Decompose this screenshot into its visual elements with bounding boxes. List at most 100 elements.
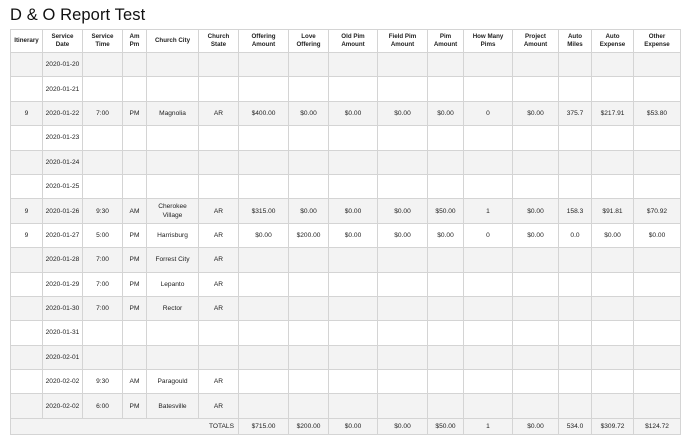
- totals-cell: $124.72: [633, 417, 681, 435]
- table-cell: [463, 320, 513, 346]
- table-row: 2020-01-21: [10, 76, 681, 102]
- table-cell: [10, 295, 43, 322]
- table-cell: Lepanto: [146, 271, 199, 297]
- table-cell: [328, 393, 378, 419]
- table-cell: [198, 173, 239, 200]
- table-cell: [463, 369, 513, 395]
- table-cell: $0.00: [512, 222, 559, 249]
- table-cell: $400.00: [238, 100, 289, 127]
- table-cell: [122, 125, 147, 151]
- table-cell: [427, 271, 464, 297]
- table-cell: AR: [198, 369, 239, 395]
- table-cell: [328, 173, 378, 200]
- table-cell: 2020-01-20: [42, 51, 83, 78]
- table-cell: $70.92: [633, 198, 681, 224]
- table-cell: 0: [463, 222, 513, 249]
- column-header-church-state[interactable]: Church State: [198, 29, 239, 53]
- table-cell: [377, 344, 428, 371]
- table-cell: [288, 149, 329, 175]
- table-cell: $91.81: [591, 198, 634, 224]
- table-cell: Batesville: [146, 393, 199, 419]
- table-cell: [463, 344, 513, 371]
- table-cell: [82, 320, 123, 346]
- column-header-offering-amount[interactable]: Offering Amount: [238, 29, 289, 53]
- table-cell: $217.91: [591, 100, 634, 127]
- table-cell: 2020-01-27: [42, 222, 83, 249]
- header-row: Itinerary Service Date Service Time Am Pm Ch…: [10, 29, 681, 53]
- column-header-other-expense[interactable]: Other Expense: [633, 29, 681, 53]
- table-cell: [591, 393, 634, 419]
- column-header-church-city[interactable]: Church City: [146, 29, 199, 53]
- totals-cell: 1: [463, 417, 513, 435]
- table-cell: 2020-01-28: [42, 247, 83, 273]
- totals-row: TOTALS $715.00 $200.00 $0.00 $0.00 $50.00 1 $0.…: [10, 417, 681, 435]
- column-header-love-offering[interactable]: Love Offering: [288, 29, 329, 53]
- totals-cell: $0.00: [377, 417, 428, 435]
- column-header-how-many-pims[interactable]: How Many Pims: [463, 29, 513, 53]
- table-cell: 7:00: [82, 271, 123, 297]
- table-cell: [238, 320, 289, 346]
- table-cell: 2020-01-31: [42, 320, 83, 346]
- column-header-am-pm[interactable]: Am Pm: [122, 29, 147, 53]
- table-cell: [238, 295, 289, 322]
- totals-label: TOTALS: [10, 417, 239, 435]
- table-cell: AR: [198, 247, 239, 273]
- table-cell: PM: [122, 295, 147, 322]
- table-cell: [512, 149, 559, 175]
- table-cell: AM: [122, 369, 147, 395]
- table-cell: [427, 51, 464, 78]
- table-cell: [288, 295, 329, 322]
- table-cell: [146, 51, 199, 78]
- column-header-old-pim-amount[interactable]: Old Pim Amount: [328, 29, 378, 53]
- table-cell: [328, 51, 378, 78]
- table-cell: $53.80: [633, 100, 681, 127]
- column-header-itinerary[interactable]: Itinerary: [10, 29, 43, 53]
- table-cell: [10, 393, 43, 419]
- table-cell: [122, 76, 147, 102]
- table-cell: [288, 393, 329, 419]
- column-header-project-amount[interactable]: Project Amount: [512, 29, 559, 53]
- table-cell: [377, 295, 428, 322]
- totals-cell: $715.00: [238, 417, 289, 435]
- column-header-service-date[interactable]: Service Date: [42, 29, 83, 53]
- table-cell: [427, 173, 464, 200]
- table-cell: [238, 125, 289, 151]
- table-cell: Forrest City: [146, 247, 199, 273]
- table-cell: [427, 125, 464, 151]
- table-cell: $0.00: [377, 198, 428, 224]
- table-cell: [591, 247, 634, 273]
- column-header-auto-miles[interactable]: Auto Miles: [558, 29, 592, 53]
- table-cell: [198, 51, 239, 78]
- column-header-auto-expense[interactable]: Auto Expense: [591, 29, 634, 53]
- table-cell: [10, 344, 43, 371]
- table-cell: [463, 173, 513, 200]
- table-cell: 9: [10, 222, 43, 249]
- table-cell: AR: [198, 198, 239, 224]
- table-cell: [238, 271, 289, 297]
- table-cell: [591, 76, 634, 102]
- table-cell: [633, 51, 681, 78]
- column-header-service-time[interactable]: Service Time: [82, 29, 123, 53]
- table-cell: [377, 393, 428, 419]
- table-cell: [463, 51, 513, 78]
- report-table-container: Itinerary Service Date Service Time Am Pm Ch…: [10, 29, 681, 435]
- table-cell: [288, 125, 329, 151]
- table-cell: [463, 295, 513, 322]
- table-cell: [122, 320, 147, 346]
- table-row: 2020-01-25: [10, 173, 681, 200]
- table-cell: [10, 369, 43, 395]
- table-cell: [288, 51, 329, 78]
- table-cell: [146, 149, 199, 175]
- table-cell: $0.00: [377, 222, 428, 249]
- column-header-pim-amount[interactable]: Pim Amount: [427, 29, 464, 53]
- table-cell: [377, 247, 428, 273]
- table-cell: 2020-02-02: [42, 369, 83, 395]
- table-cell: AR: [198, 222, 239, 249]
- table-cell: [591, 271, 634, 297]
- table-row: 2020-02-02 9:30 AM Paragould AR: [10, 369, 681, 395]
- table-cell: $0.00: [288, 100, 329, 127]
- table-cell: [463, 76, 513, 102]
- table-cell: [427, 393, 464, 419]
- column-header-field-pim-amount[interactable]: Field Pim Amount: [377, 29, 428, 53]
- table-cell: [238, 149, 289, 175]
